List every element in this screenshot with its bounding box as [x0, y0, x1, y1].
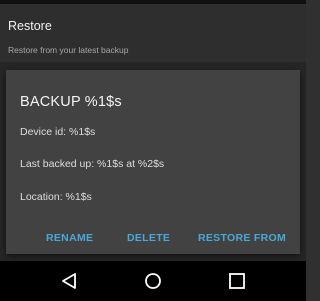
location-text: Location: %1$s: [20, 191, 92, 203]
last-backed-up-text: Last backed up: %1$s at %2$s: [20, 158, 165, 170]
device-id-text: Device id: %1$s: [20, 126, 96, 138]
restore-preference[interactable]: Restore Restore from your latest backup: [0, 4, 306, 62]
dialog-title: BACKUP %1$s: [20, 94, 122, 110]
preference-summary: Restore from your latest backup: [8, 45, 129, 55]
home-button[interactable]: [133, 261, 173, 301]
back-icon: [62, 273, 76, 289]
navigation-bar: [0, 261, 306, 301]
home-icon: [145, 273, 161, 289]
recents-button[interactable]: [217, 261, 257, 301]
rename-button[interactable]: RENAME: [46, 232, 93, 244]
backup-dialog: BACKUP %1$s Device id: %1$s Last backed …: [6, 70, 300, 254]
restore-from-button[interactable]: RESTORE FROM: [198, 232, 286, 244]
preference-title: Restore: [8, 19, 52, 33]
back-button[interactable]: [49, 261, 89, 301]
recents-icon: [229, 273, 245, 289]
delete-button[interactable]: DELETE: [127, 232, 170, 244]
